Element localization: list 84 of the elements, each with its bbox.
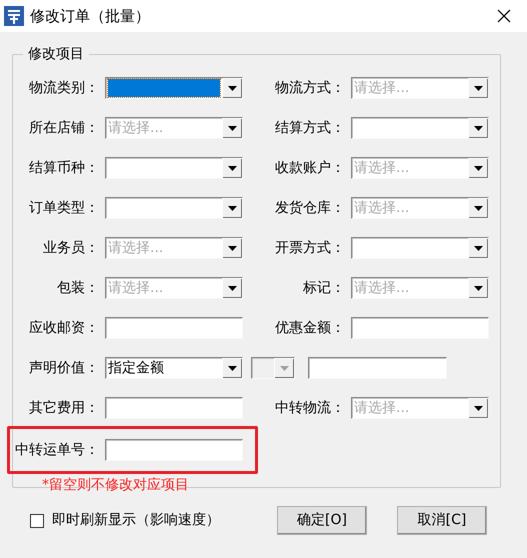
caret-icon	[228, 286, 237, 291]
dropdown-field[interactable]	[105, 157, 243, 179]
field-label: 开票方式：	[274, 238, 346, 258]
dropdown-field[interactable]: 请选择...	[351, 77, 489, 99]
checkbox[interactable]	[30, 514, 44, 528]
field-label: 物流类别：	[28, 78, 100, 98]
caret-icon	[474, 126, 483, 131]
dropdown-field[interactable]: 指定金额	[105, 357, 243, 379]
dropdown-field[interactable]	[105, 197, 243, 219]
caret-icon	[228, 166, 237, 171]
dropdown-button[interactable]	[222, 118, 242, 138]
dropdown-field[interactable]: 请选择...	[351, 277, 489, 299]
caret-icon	[228, 206, 237, 211]
caret-icon	[228, 246, 237, 251]
field-placeholder: 请选择...	[354, 81, 410, 95]
field-value: 指定金额	[108, 361, 164, 375]
dropdown-button[interactable]	[468, 278, 488, 298]
field-placeholder: 请选择...	[354, 201, 410, 215]
field-label: 中转物流：	[274, 398, 346, 418]
dropdown-field[interactable]: 请选择...	[351, 397, 489, 419]
caret-icon	[474, 86, 483, 91]
field-label: 所在店铺：	[28, 118, 100, 138]
dropdown-button[interactable]	[468, 78, 488, 98]
input-field[interactable]	[351, 317, 489, 339]
input-field[interactable]	[105, 397, 243, 419]
close-icon	[497, 9, 511, 23]
field-label: 应收邮资：	[28, 318, 100, 338]
dropdown-button[interactable]	[468, 398, 488, 418]
field-label: 优惠金额：	[274, 318, 346, 338]
dropdown-field[interactable]: 请选择...	[105, 237, 243, 259]
caret-icon	[474, 166, 483, 171]
field-placeholder: 请选择...	[108, 241, 164, 255]
caret-icon	[474, 206, 483, 211]
input-field[interactable]	[105, 439, 243, 461]
dropdown-button[interactable]	[222, 358, 242, 378]
checkbox-label: 即时刷新显示（影响速度）	[52, 511, 220, 530]
field-label: 订单类型：	[28, 198, 100, 218]
dropdown-button[interactable]	[222, 78, 242, 98]
field-placeholder: 请选择...	[108, 121, 164, 135]
window-title: 修改订单（批量）	[30, 6, 150, 27]
dropdown-button[interactable]	[468, 158, 488, 178]
dropdown-field[interactable]: 请选择...	[351, 197, 489, 219]
dropdown-field[interactable]: 请选择...	[105, 277, 243, 299]
dropdown-button[interactable]	[222, 158, 242, 178]
field-placeholder: 请选择...	[354, 281, 410, 295]
dropdown-button[interactable]	[468, 238, 488, 258]
field-label: 结算方式：	[274, 118, 346, 138]
dropdown-field[interactable]: 请选择...	[351, 157, 489, 179]
field-label: 物流方式：	[274, 78, 346, 98]
field-placeholder: 请选择...	[108, 281, 164, 295]
caret-icon	[474, 406, 483, 411]
caret-icon	[228, 366, 237, 371]
dropdown-button[interactable]	[222, 198, 242, 218]
field-label: 收款账户：	[274, 158, 346, 178]
ok-button[interactable]: 确定[O]	[277, 506, 367, 535]
dropdown-field[interactable]	[351, 237, 489, 259]
caret-icon	[474, 286, 483, 291]
caret-icon	[228, 86, 237, 91]
dropdown-field[interactable]	[105, 77, 243, 99]
app-icon	[4, 6, 24, 26]
hint-text: *留空则不修改对应项目	[42, 476, 190, 495]
dropdown-button[interactable]	[222, 278, 242, 298]
group-title: 修改项目	[27, 45, 85, 64]
caret-icon	[474, 246, 483, 251]
input-field[interactable]	[105, 317, 243, 339]
cancel-button[interactable]: 取消[C]	[397, 506, 487, 535]
field-label: 声明价值：	[28, 358, 100, 378]
caret-icon	[228, 126, 237, 131]
field-label: 业务员：	[42, 238, 100, 258]
field-label: 包装：	[56, 278, 100, 298]
field-label: 中转运单号：	[14, 440, 100, 460]
dropdown-button[interactable]	[468, 198, 488, 218]
field-label: 发货仓库：	[274, 198, 346, 218]
field-label: 结算币种：	[28, 158, 100, 178]
field-label: 其它费用：	[28, 398, 100, 418]
dropdown-button[interactable]	[468, 118, 488, 138]
dropdown-button[interactable]	[222, 238, 242, 258]
field-placeholder: 请选择...	[354, 161, 410, 175]
field-placeholder: 请选择...	[354, 401, 410, 415]
caret-icon	[280, 366, 289, 371]
dropdown-field[interactable]: 请选择...	[105, 117, 243, 139]
field-label: 标记：	[302, 278, 346, 298]
dropdown-field[interactable]	[351, 117, 489, 139]
input-field[interactable]	[308, 357, 447, 379]
